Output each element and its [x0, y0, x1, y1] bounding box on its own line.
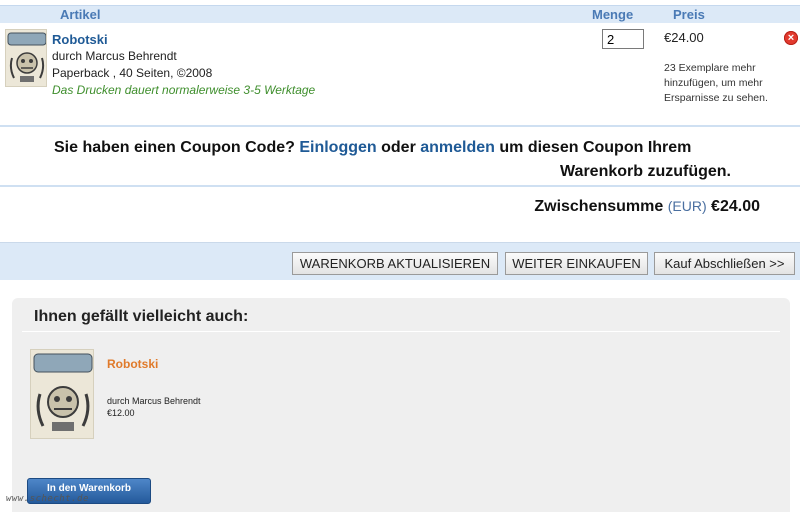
divider	[22, 331, 780, 332]
recommendations-title: Ihnen gefällt vielleicht auch:	[34, 308, 249, 325]
subtotal: Zwischensumme (EUR) €24.00	[534, 198, 760, 216]
item-price: €24.00	[664, 30, 704, 45]
quantity-input[interactable]	[602, 29, 644, 49]
item-title-link[interactable]: Robotski	[52, 32, 108, 47]
recommended-item-author: durch Marcus Behrendt	[107, 396, 201, 406]
remove-item-close-icon[interactable]: ×	[784, 31, 798, 45]
cart-item-row: Robotski durch Marcus Behrendt Paperback…	[0, 23, 800, 127]
subtotal-value: €24.00	[706, 198, 760, 215]
bulk-discount-note: 23 Exemplare mehr hinzufügen, um mehr Er…	[664, 62, 768, 104]
book-cover-thumbnail[interactable]	[5, 29, 47, 87]
column-header-quantity: Menge	[592, 7, 634, 22]
item-author: durch Marcus Behrendt	[52, 49, 177, 63]
subtotal-label: Zwischensumme	[534, 198, 668, 215]
coupon-text-prefix: Sie haben einen Coupon Code?	[54, 139, 300, 156]
subtotal-currency: (EUR)	[667, 198, 707, 214]
column-header-article: Artikel	[60, 7, 101, 22]
login-link[interactable]: Einloggen	[299, 139, 376, 156]
coupon-text-or: oder	[376, 139, 421, 156]
item-format-details: Paperback , 40 Seiten, ©2008	[52, 66, 213, 80]
coupon-message: Sie haben einen Coupon Code? Einloggen o…	[0, 137, 800, 187]
update-cart-button[interactable]: WARENKORB AKTUALISIEREN	[292, 252, 498, 275]
recommendations-panel: Ihnen gefällt vielleicht auch: Robotski …	[12, 298, 790, 512]
coupon-text-suffix: um diesen Coupon Ihrem	[494, 139, 692, 156]
register-link[interactable]: anmelden	[420, 139, 495, 156]
watermark: www.schecht.de	[6, 494, 89, 504]
continue-shopping-button[interactable]: WEITER EINKAUFEN	[505, 252, 648, 275]
recommended-item-price: €12.00	[107, 408, 135, 418]
recommended-item-title-link[interactable]: Robotski	[107, 357, 158, 371]
coupon-text-line1: Sie haben einen Coupon Code? Einloggen o…	[54, 139, 691, 157]
recommended-book-cover[interactable]	[30, 349, 94, 439]
checkout-button[interactable]: Kauf Abschließen >>	[654, 252, 795, 275]
cart-table-header: Artikel Menge Preis	[0, 5, 800, 23]
item-shipping-note: Das Drucken dauert normalerweise 3-5 Wer…	[52, 83, 316, 97]
cart-action-bar: WARENKORB AKTUALISIEREN WEITER EINKAUFEN…	[0, 242, 800, 280]
column-header-price: Preis	[673, 7, 705, 22]
coupon-text-line2: Warenkorb zuzufügen.	[560, 163, 731, 180]
